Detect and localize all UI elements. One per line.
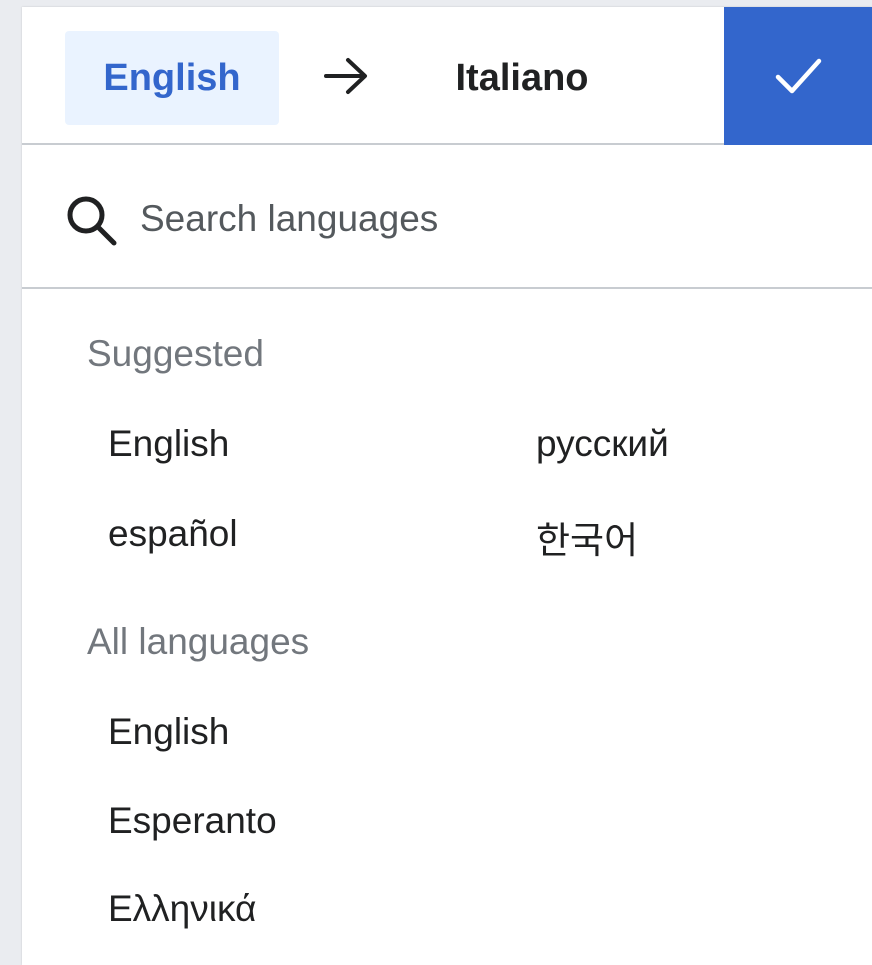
language-item-esperanto[interactable]: Esperanto — [108, 800, 277, 842]
suggested-section-title: Suggested — [87, 333, 264, 374]
suggested-language-korean[interactable]: 한국어 — [536, 510, 638, 564]
checkmark-icon — [775, 58, 822, 94]
language-item-english[interactable]: English — [108, 711, 229, 753]
arrow-right-icon — [324, 58, 367, 94]
search-icon — [67, 196, 117, 246]
suggested-language-espanol[interactable]: español — [108, 513, 238, 555]
language-pair-header: English Italiano — [22, 7, 872, 145]
suggested-language-english[interactable]: English — [108, 423, 229, 465]
language-item-greek[interactable]: Ελληνικά — [108, 888, 256, 930]
language-selector-panel: English Italiano Suggested English españ… — [22, 7, 872, 965]
target-language-button[interactable]: Italiano — [422, 31, 622, 125]
search-input[interactable] — [138, 183, 842, 255]
suggested-language-russian[interactable]: русский — [536, 423, 669, 465]
all-languages-section-title: All languages — [87, 621, 310, 662]
search-bar — [22, 145, 872, 289]
done-button[interactable] — [724, 7, 872, 145]
source-language-button[interactable]: English — [65, 31, 279, 125]
